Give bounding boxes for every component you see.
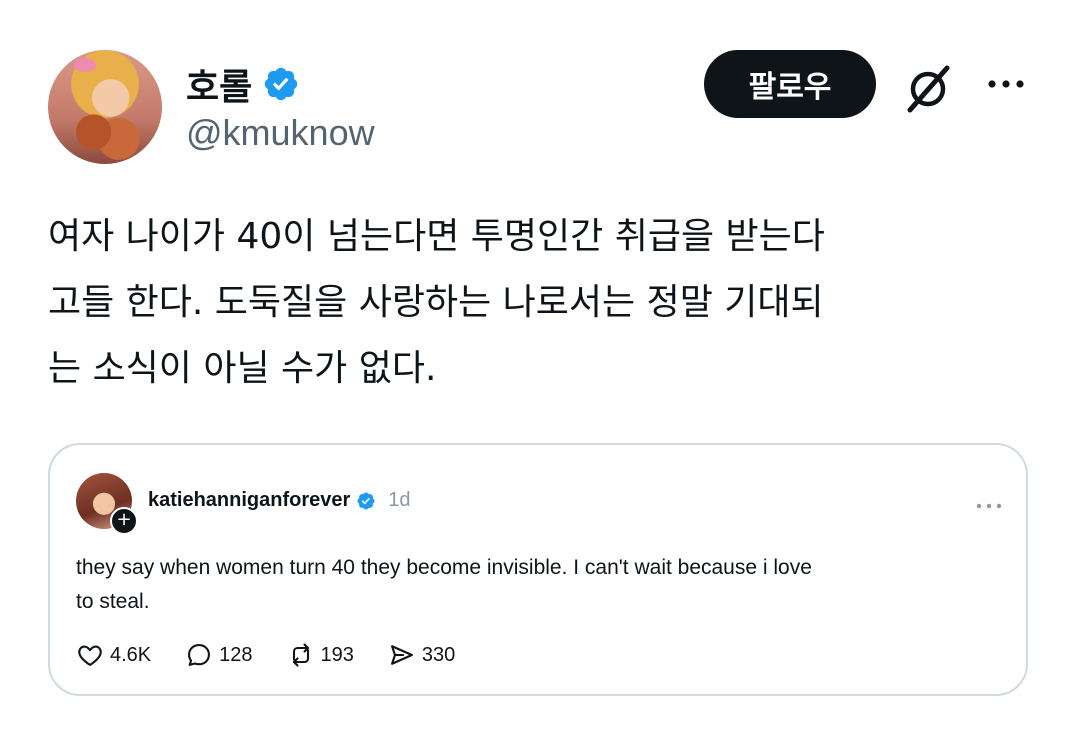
comment-icon — [188, 644, 211, 666]
quoted-action-bar: 4.6K 128 193 330 — [76, 641, 489, 669]
repost-action[interactable]: 193 — [287, 641, 354, 669]
add-icon[interactable]: + — [110, 507, 138, 535]
follow-button[interactable]: 팔로우 — [704, 50, 876, 118]
quoted-post-text: they say when women turn 40 they become … — [76, 556, 812, 613]
quoted-username[interactable]: katiehanniganforever — [148, 489, 350, 512]
verified-icon[interactable] — [262, 65, 300, 103]
repost-icon — [292, 643, 309, 667]
more-icon[interactable] — [974, 501, 1004, 511]
heart-icon — [78, 645, 102, 666]
quoted-author-row: katiehanniganforever 1d — [148, 489, 411, 512]
like-action[interactable]: 4.6K — [76, 641, 151, 669]
author-name-row: 호롤 — [186, 58, 300, 110]
share-count: 330 — [421, 643, 456, 666]
grok-icon[interactable] — [900, 60, 956, 116]
author-handle[interactable]: @kmuknow — [186, 112, 375, 154]
quoted-timestamp: 1d — [388, 489, 411, 511]
verified-icon — [357, 491, 375, 510]
like-count: 4.6K — [110, 643, 152, 666]
quoted-post-card[interactable]: + katiehanniganforever 1d they say when … — [48, 443, 1028, 696]
share-icon — [390, 645, 413, 665]
author-display-name[interactable]: 호롤 — [186, 58, 252, 110]
post-text: 여자 나이가 40이 넘는다면 투명인간 취급을 받는다 고들 한다. 도둑질을… — [48, 216, 825, 389]
share-action[interactable]: 330 — [388, 641, 455, 669]
more-icon[interactable] — [984, 70, 1028, 98]
reply-count: 128 — [219, 643, 253, 666]
author-avatar[interactable] — [48, 50, 162, 164]
repost-count: 193 — [320, 643, 354, 666]
reply-action[interactable]: 128 — [185, 641, 253, 669]
